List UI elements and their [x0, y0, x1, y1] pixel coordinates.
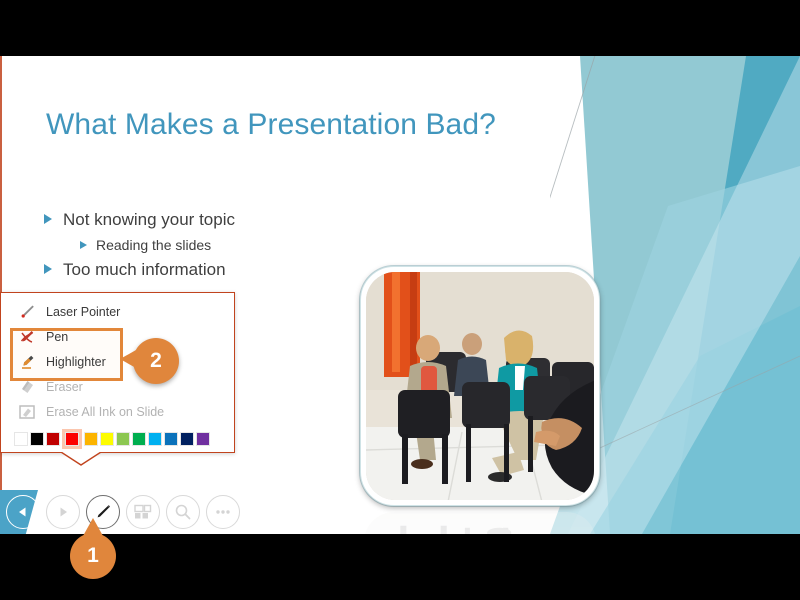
picture-frame [360, 266, 600, 506]
slide-picture-block [360, 266, 600, 534]
menu-item-label: Laser Pointer [46, 304, 121, 319]
context-menu-pointer-tail [60, 451, 102, 466]
slide-title: What Makes a Presentation Bad? [46, 108, 496, 141]
bullet-item: Too much information [44, 260, 364, 280]
callout-tail [120, 350, 136, 368]
ink-color-swatches [1, 424, 234, 449]
pen-icon [15, 327, 39, 347]
color-swatch-yellow[interactable] [100, 432, 114, 446]
menu-item-pen[interactable]: Pen [1, 324, 234, 349]
bullet-triangle-icon [80, 241, 87, 249]
picture-reflection [364, 512, 596, 534]
next-button[interactable] [46, 495, 80, 529]
color-swatch-purple[interactable] [196, 432, 210, 446]
menu-item-erase-all-ink[interactable]: Erase All Ink on Slide [1, 399, 234, 424]
color-swatch-light-blue[interactable] [148, 432, 162, 446]
color-swatch-black[interactable] [30, 432, 44, 446]
more-options-button[interactable] [206, 495, 240, 529]
callout-number: 1 [87, 544, 99, 567]
bullet-item: Reading the slides [80, 237, 364, 253]
menu-item-label: Erase All Ink on Slide [46, 404, 165, 419]
screenshot-stage: What Makes a Presentation Bad? Not knowi… [0, 0, 800, 600]
eraser-icon [15, 377, 39, 397]
callout-badge-2: 2 [120, 338, 179, 384]
menu-item-label: Highlighter [46, 354, 106, 369]
menu-item-laser-pointer[interactable]: Laser Pointer [1, 299, 234, 324]
color-swatch-dark-blue[interactable] [180, 432, 194, 446]
menu-item-highlighter[interactable]: Highlighter [1, 349, 234, 374]
menu-item-eraser[interactable]: Eraser [1, 374, 234, 399]
highlighter-icon [15, 352, 39, 372]
slide-body-bullets: Not knowing your topic Reading the slide… [44, 210, 364, 287]
bullet-item: Not knowing your topic [44, 210, 364, 230]
triangle-right-icon [56, 505, 70, 519]
slideshow-toolbar [0, 490, 250, 534]
bullet-triangle-icon [44, 214, 52, 224]
callout-badge-1: 1 [70, 518, 116, 579]
callout-number: 2 [150, 349, 162, 372]
menu-item-label: Eraser [46, 379, 83, 394]
erase-all-ink-icon [15, 402, 39, 422]
back-button[interactable] [6, 495, 40, 529]
color-swatch-light-green[interactable] [116, 432, 130, 446]
color-swatch-orange[interactable] [84, 432, 98, 446]
color-swatch-blue[interactable] [164, 432, 178, 446]
bullet-label: Reading the slides [96, 237, 212, 253]
color-swatch-red[interactable] [62, 429, 82, 449]
bullet-triangle-icon [44, 264, 52, 274]
triangle-left-icon [16, 505, 30, 519]
reflection-fade-mask [364, 512, 596, 534]
ink-tools-context-menu: Laser Pointer Pen Highlighter Eraser Era… [0, 292, 235, 466]
color-swatch-white[interactable] [14, 432, 28, 446]
bullet-label: Too much information [63, 260, 226, 279]
callout-tail [83, 518, 103, 536]
zoom-button[interactable] [166, 495, 200, 529]
color-swatch-dark-red[interactable] [46, 432, 60, 446]
ellipsis-icon [214, 508, 232, 516]
color-swatch-green[interactable] [132, 432, 146, 446]
laser-pointer-icon [15, 302, 39, 322]
audience-photo [366, 272, 594, 500]
menu-item-label: Pen [46, 329, 69, 344]
bullet-label: Not knowing your topic [63, 210, 235, 229]
slides-grid-icon [134, 504, 152, 520]
all-slides-button[interactable] [126, 495, 160, 529]
magnifier-icon [174, 503, 192, 521]
